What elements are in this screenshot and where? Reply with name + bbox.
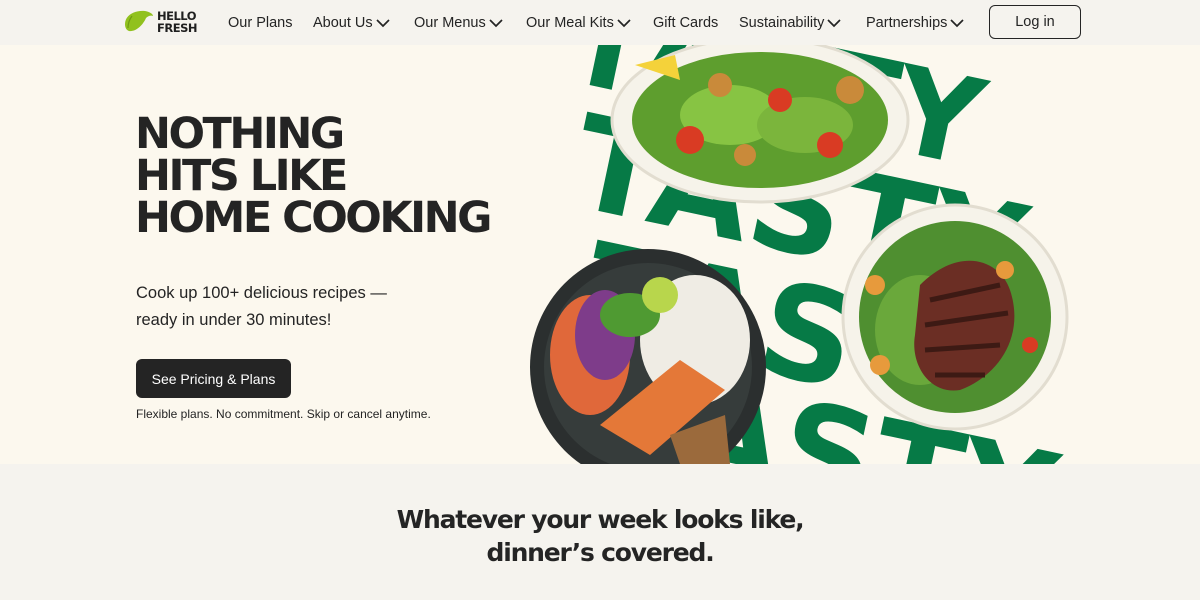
see-pricing-button[interactable]: See Pricing & Plans [136, 359, 291, 398]
section-title: Whatever your week looks like, dinner’s … [0, 503, 1200, 569]
flexible-plans-note: Flexible plans. No commitment. Skip or c… [136, 407, 431, 421]
hero-headline: NOTHING HITS LIKE HOME COOKING [135, 109, 535, 243]
logo-wordmark: HELLO FRESH [157, 10, 197, 34]
nav-our-plans[interactable]: Our Plans [228, 14, 292, 32]
headline-line: HITS LIKE [135, 151, 348, 201]
nav-label: About Us [313, 15, 373, 31]
nav-gift-cards[interactable]: Gift Cards [653, 14, 718, 32]
salad-plate [610, 45, 910, 204]
hellofresh-logo[interactable]: HELLO FRESH [123, 8, 203, 36]
hero-food-image: TASTY TASTY TASTY TASTY [530, 45, 1070, 464]
hero-subtitle: Cook up 100+ delicious recipes — ready i… [136, 280, 436, 334]
nav-label: Our Menus [414, 15, 486, 31]
nav-label: Gift Cards [653, 15, 719, 31]
nav-label: Sustainability [739, 15, 825, 31]
headline-line: NOTHING [135, 109, 345, 159]
chevron-down-icon [376, 19, 390, 28]
hero-section: NOTHING HITS LIKE HOME COOKING Cook up 1… [0, 45, 1200, 464]
nav-label: Partnerships [866, 15, 948, 31]
chevron-down-icon [950, 19, 965, 28]
login-button[interactable]: Log in [989, 5, 1081, 39]
headline-line: HOME COOKING [135, 193, 492, 243]
chevron-down-icon [489, 19, 503, 28]
section-title-line: Whatever your week looks like, [396, 505, 805, 534]
nav-our-menus[interactable]: Our Menus [414, 14, 503, 32]
section-title-line: dinner’s covered. [486, 538, 715, 567]
subtitle-line: Cook up 100+ delicious recipes — [136, 284, 387, 302]
nav-our-meal-kits[interactable]: Our Meal Kits [526, 14, 631, 32]
nav-partnerships[interactable]: Partnerships [866, 14, 965, 32]
chevron-down-icon [617, 19, 631, 28]
logo-line-2: FRESH [157, 21, 197, 35]
subtitle-line: ready in under 30 minutes! [136, 311, 332, 329]
nav-sustainability[interactable]: Sustainability [739, 14, 842, 32]
chevron-down-icon [827, 19, 842, 28]
nav-label: Our Meal Kits [526, 15, 614, 31]
lime-leaf-icon [125, 10, 153, 32]
top-nav: HELLO FRESH Our Plans About Us Our Menus… [0, 0, 1200, 45]
steak-plate [841, 203, 1069, 431]
nav-label: Our Plans [228, 15, 293, 31]
nav-about-us[interactable]: About Us [313, 14, 390, 32]
